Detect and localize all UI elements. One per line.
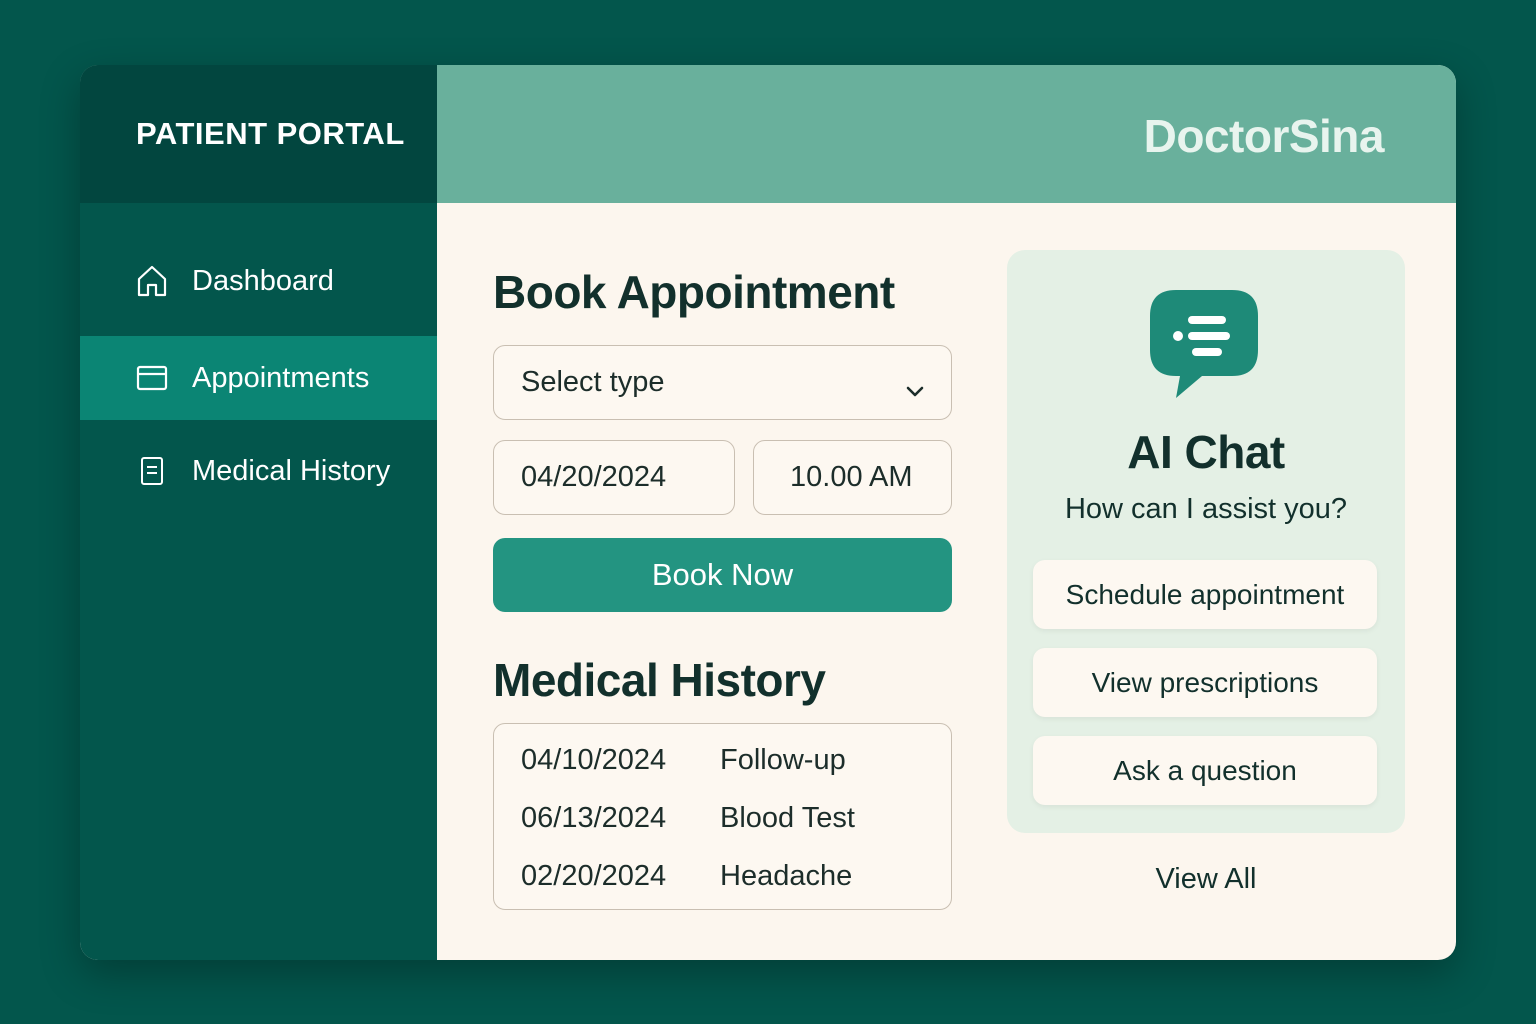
brand-logo: DoctorSina [1143,110,1385,162]
portal-title: PATIENT PORTAL [136,116,405,151]
app-window: PATIENT PORTAL Dashboard Appointments Me… [80,65,1456,960]
ai-chat-subtitle: How can I assist you? [1064,493,1348,525]
time-value: 10.00 AM [790,461,913,493]
history-date: 02/20/2024 [521,859,667,892]
history-date: 04/10/2024 [521,743,667,776]
view-prescriptions-button[interactable]: View prescriptions [1033,648,1377,717]
appointment-type-select[interactable]: Select type [493,345,952,420]
medical-history-list: 04/10/2024 Follow-up 06/13/2024 Blood Te… [493,723,952,910]
list-item: 04/10/2024 Follow-up [521,740,846,780]
book-now-button[interactable]: Book Now [493,538,952,612]
list-item: 02/20/2024 Headache [521,856,852,896]
sidebar-item-label: Medical History [192,454,391,487]
sidebar-item-dashboard[interactable]: Dashboard [80,239,437,323]
sidebar-item-medical-history[interactable]: Medical History [80,429,437,513]
history-description: Blood Test [720,801,855,834]
sidebar-item-label: Dashboard [192,264,334,297]
book-appointment-title: Book Appointment [493,266,895,318]
select-value: Select type [521,366,665,398]
ai-chat-title: AI Chat [1127,426,1285,478]
date-value: 04/20/2024 [521,461,667,493]
ai-chat-panel: AI Chat How can I assist you? Schedule a… [1007,250,1405,833]
sidebar-item-label: Appointments [192,361,370,394]
sidebar-header: PATIENT PORTAL [80,65,437,203]
schedule-appointment-button[interactable]: Schedule appointment [1033,560,1377,629]
medical-history-title: Medical History [493,654,826,706]
sidebar: PATIENT PORTAL Dashboard Appointments Me… [80,65,437,960]
top-bar: DoctorSina [437,65,1456,203]
chat-bubble-icon [1148,288,1260,407]
card-icon [136,360,168,396]
chevron-down-icon [905,374,925,407]
appointment-time-field[interactable]: 10.00 AM [753,440,952,515]
history-date: 06/13/2024 [521,801,667,834]
history-description: Follow-up [720,743,846,776]
view-all-link[interactable]: View All [1007,863,1405,896]
history-description: Headache [720,859,853,892]
ask-question-button[interactable]: Ask a question [1033,736,1377,805]
sidebar-item-appointments[interactable]: Appointments [80,336,437,420]
document-icon [136,453,168,489]
appointment-date-field[interactable]: 04/20/2024 [493,440,735,515]
home-icon [136,263,168,299]
list-item: 06/13/2024 Blood Test [521,798,855,838]
